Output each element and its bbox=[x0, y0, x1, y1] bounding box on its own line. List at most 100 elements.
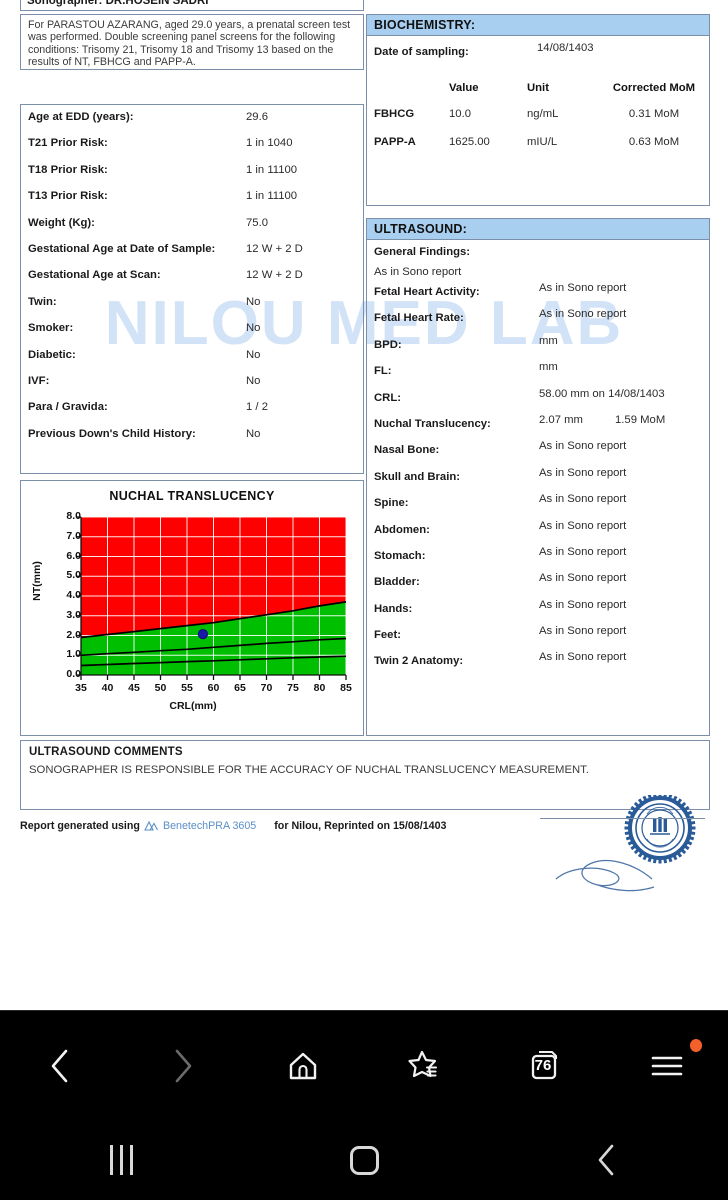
chart-title: NUCHAL TRANSLUCENCY bbox=[109, 489, 275, 503]
ultrasound-label: Skull and Brain: bbox=[374, 470, 460, 483]
comments-text: SONOGRAPHER IS RESPONSIBLE FOR THE ACCUR… bbox=[29, 764, 589, 776]
chart-x-tick-label: 70 bbox=[260, 682, 273, 694]
browser-tabs-button[interactable]: 76 bbox=[485, 1011, 606, 1120]
ultrasound-label: FL: bbox=[374, 365, 392, 378]
chart-x-tick-label: 85 bbox=[340, 682, 352, 694]
browser-home-button[interactable] bbox=[243, 1011, 364, 1120]
chart-y-tick-label: 0.0 bbox=[66, 668, 81, 680]
stamp-and-signature bbox=[540, 792, 728, 905]
chart-x-axis-label: CRL(mm) bbox=[169, 700, 217, 712]
hamburger-menu-icon bbox=[651, 1056, 683, 1075]
chart-x-ticks: 35 40 45 50 55 60 65 70 75 80 85 bbox=[21, 682, 365, 698]
analyte-corrected-mom: 0.63 MoM bbox=[628, 136, 680, 148]
ultrasound-label: Fetal Heart Activity: bbox=[374, 286, 480, 298]
ultrasound-value: As in Sono report bbox=[539, 598, 627, 611]
detail-row: T18 Prior Risk: 1 in 11100 bbox=[21, 164, 363, 190]
ultrasound-row: CRL: 58.00 mm on 14/08/1403 bbox=[367, 388, 709, 414]
chart-x-tick-label: 80 bbox=[313, 682, 326, 694]
biochemistry-panel: BIOCHEMISTRY: Date of sampling: 14/08/14… bbox=[366, 14, 710, 206]
detail-label: Gestational Age at Date of Sample: bbox=[28, 242, 216, 255]
browser-forward-button[interactable] bbox=[121, 1011, 242, 1120]
detail-value: No bbox=[246, 427, 261, 440]
ultrasound-value: As in Sono report bbox=[539, 466, 627, 479]
menu-notification-dot bbox=[689, 1039, 702, 1052]
chart-x-tick-label: 40 bbox=[101, 682, 114, 694]
detail-row: Age at EDD (years): 29.6 bbox=[21, 111, 363, 137]
patient-details-list: Age at EDD (years): 29.6 T21 Prior Risk: 1 … bbox=[21, 111, 363, 454]
detail-value: 1 in 11100 bbox=[246, 190, 298, 203]
nav-home-button[interactable] bbox=[243, 1120, 486, 1200]
ultrasound-label: Twin 2 Anatomy: bbox=[374, 655, 464, 668]
ultrasound-label: Fetal Heart Rate: bbox=[374, 312, 464, 325]
ultrasound-heading: ULTRASOUND: bbox=[367, 219, 709, 240]
browser-toolbar: 76 bbox=[0, 1010, 728, 1120]
detail-label: Age at EDD (years): bbox=[28, 111, 134, 123]
ultrasound-value: As in Sono report bbox=[539, 282, 627, 294]
detail-row: T13 Prior Risk: 1 in 11100 bbox=[21, 190, 363, 216]
ultrasound-value: 58.00 mm on 14/08/1403 bbox=[539, 387, 665, 400]
detail-label: Smoker: bbox=[28, 322, 74, 335]
nav-back-button[interactable] bbox=[485, 1120, 728, 1200]
sampling-date-value: 14/08/1403 bbox=[537, 42, 594, 54]
ultrasound-row: Fetal Heart Rate: As in Sono report bbox=[367, 308, 709, 334]
footer-suffix: for Nilou, Reprinted on 15/08/1403 bbox=[274, 820, 447, 832]
col-analyte bbox=[367, 76, 449, 108]
analyte-value: 1625.00 bbox=[449, 136, 490, 148]
browser-bookmarks-button[interactable] bbox=[364, 1011, 485, 1120]
detail-label: T18 Prior Risk: bbox=[28, 163, 108, 176]
official-stamp-icon bbox=[555, 792, 696, 892]
detail-value: No bbox=[246, 348, 261, 361]
ultrasound-row: BPD: mm bbox=[367, 335, 709, 361]
detail-row: IVF: No bbox=[21, 375, 363, 401]
browser-menu-button[interactable] bbox=[607, 1011, 728, 1120]
nav-recents-button[interactable] bbox=[0, 1120, 243, 1200]
ultrasound-value-secondary: 1.59 MoM bbox=[615, 413, 666, 426]
detail-value: 1 / 2 bbox=[246, 401, 268, 414]
patient-details-panel: Age at EDD (years): 29.6 T21 Prior Risk: 1 … bbox=[20, 104, 364, 474]
ultrasound-row: Nasal Bone: As in Sono report bbox=[367, 440, 709, 466]
detail-label: Diabetic: bbox=[28, 348, 76, 361]
sonographer-text: Sonographer: DR.HOSEIN SADRI bbox=[27, 0, 209, 7]
ultrasound-label: Feet: bbox=[374, 629, 401, 642]
browser-back-button[interactable] bbox=[0, 1011, 121, 1120]
ultrasound-row: Bladder: As in Sono report bbox=[367, 572, 709, 598]
chart-y-tick-label: 6.0 bbox=[66, 549, 81, 562]
ultrasound-row: Fetal Heart Activity: As in Sono report bbox=[367, 282, 709, 308]
ultrasound-value: mm bbox=[539, 361, 558, 374]
ultrasound-value: As in Sono report bbox=[539, 519, 627, 532]
nav-chevron-left-icon bbox=[598, 1144, 613, 1176]
chart-x-tick-label: 50 bbox=[154, 682, 167, 694]
chart-y-tick-label: 3.0 bbox=[66, 608, 81, 621]
col-corrected-mom: Corrected MoM bbox=[612, 82, 696, 94]
ultrasound-value: As in Sono report bbox=[539, 308, 627, 321]
ultrasound-label: Nuchal Translucency: bbox=[374, 417, 491, 430]
detail-row: T21 Prior Risk: 1 in 1040 bbox=[21, 137, 363, 163]
chart-x-tick-label: 45 bbox=[128, 682, 140, 694]
biochemistry-header-row: Value Unit Corrected MoM bbox=[367, 76, 709, 108]
detail-label: Weight (Kg): bbox=[28, 216, 95, 229]
analyte-name: FBHCG bbox=[374, 108, 415, 120]
analyte-unit: mIU/L bbox=[527, 136, 558, 148]
home-icon bbox=[290, 1052, 317, 1079]
system-navigation-bar bbox=[0, 1120, 728, 1200]
ultrasound-row: Stomach: As in Sono report bbox=[367, 546, 709, 572]
detail-row: Smoker: No bbox=[21, 322, 363, 348]
chart-x-tick-label: 60 bbox=[207, 682, 220, 694]
detail-label: Gestational Age at Scan: bbox=[28, 269, 161, 282]
detail-value: 1 in 1040 bbox=[246, 137, 293, 150]
detail-label: T21 Prior Risk: bbox=[28, 137, 108, 150]
detail-value: 12 W + 2 D bbox=[246, 269, 303, 282]
analyte-value: 10.0 bbox=[449, 108, 471, 120]
ultrasound-row: Hands: As in Sono report bbox=[367, 599, 709, 625]
home-square-icon bbox=[349, 1145, 379, 1175]
comments-heading: ULTRASOUND COMMENTS bbox=[29, 746, 183, 758]
chart-y-tick-label: 5.0 bbox=[66, 569, 81, 582]
report-footer: Report generated using BenetechPRA 3605 … bbox=[20, 820, 710, 838]
chart-x-tick-label: 75 bbox=[287, 682, 299, 694]
detail-value: 12 W + 2 D bbox=[246, 242, 303, 255]
detail-value: No bbox=[246, 322, 261, 335]
detail-label: T13 Prior Risk: bbox=[28, 190, 108, 203]
ultrasound-row: Abdomen: As in Sono report bbox=[367, 520, 709, 546]
detail-label: IVF: bbox=[28, 374, 50, 387]
ultrasound-label: Nasal Bone: bbox=[374, 444, 440, 457]
